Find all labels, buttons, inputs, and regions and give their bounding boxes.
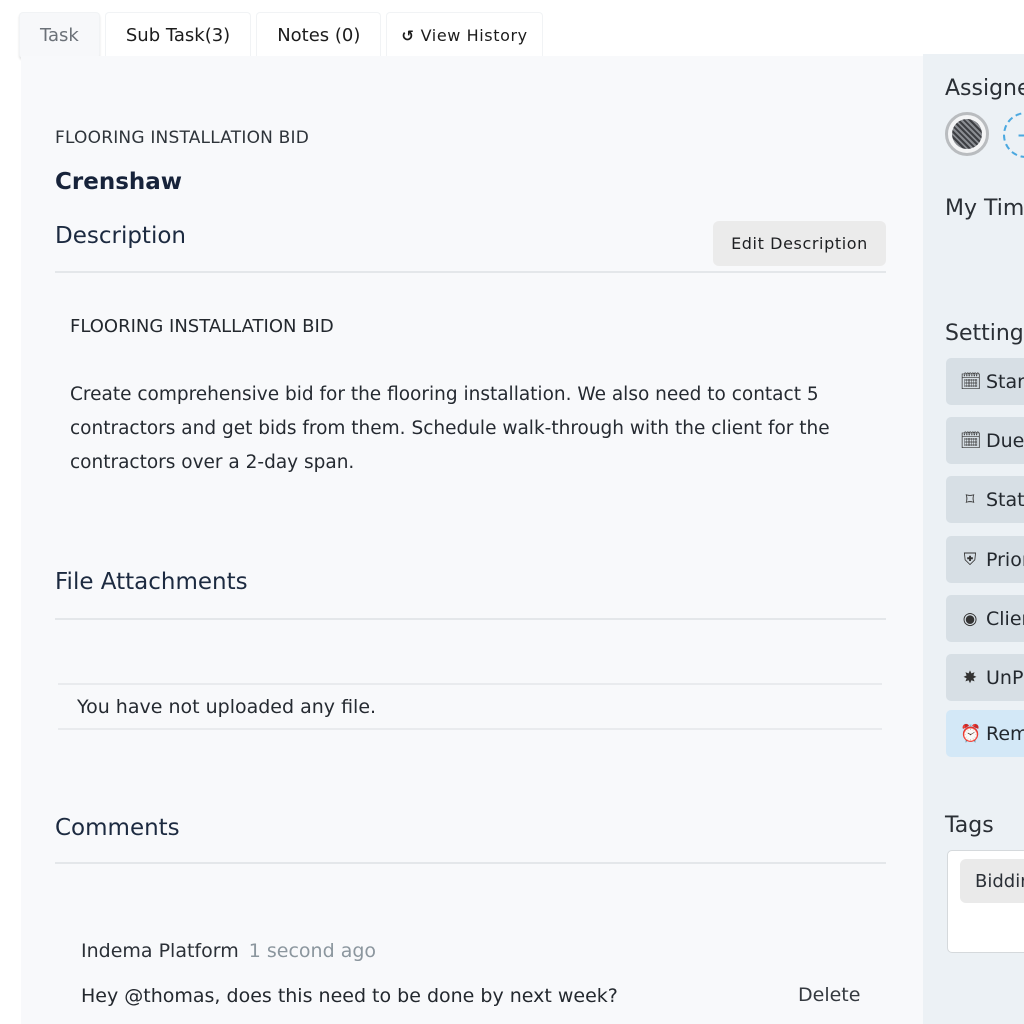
unpin-button[interactable]: ✸ UnPin bbox=[946, 654, 1024, 701]
comment-author: Indema Platform bbox=[81, 940, 239, 962]
status-button[interactable]: ⌑ Status bbox=[946, 476, 1024, 523]
add-assignee-button[interactable]: + bbox=[1003, 112, 1024, 158]
tag-chip[interactable]: Bidding bbox=[960, 859, 1024, 903]
client-label: Client bbox=[986, 607, 1024, 630]
task-title: Crenshaw bbox=[55, 169, 183, 195]
assignees-heading: Assignees bbox=[945, 76, 1024, 101]
no-files-message: You have not uploaded any file. bbox=[58, 683, 882, 730]
task-category: FLOORING INSTALLATION BID bbox=[55, 128, 310, 148]
comments-heading: Comments bbox=[55, 815, 180, 841]
settings-heading: Settings bbox=[945, 321, 1024, 346]
delete-comment-button[interactable]: Delete bbox=[798, 984, 860, 1006]
description-body-title: FLOORING INSTALLATION BID bbox=[70, 316, 334, 337]
history-icon: ↺ bbox=[401, 26, 415, 45]
assignee-avatar[interactable] bbox=[945, 112, 989, 156]
eye-icon: ◉ bbox=[962, 608, 978, 629]
tab-task[interactable]: Task bbox=[19, 12, 100, 58]
comment-meta: Indema Platform 1 second ago bbox=[81, 940, 376, 962]
calendar-icon: 🗓 bbox=[960, 430, 982, 451]
tab-task-label: Task bbox=[40, 25, 79, 46]
due-date-button[interactable]: 🗓 Due Date bbox=[946, 417, 1024, 464]
comment-text: Hey @thomas, does this need to be done b… bbox=[81, 985, 618, 1007]
comment-time: 1 second ago bbox=[248, 940, 377, 962]
tab-notes[interactable]: Notes (0) bbox=[256, 12, 382, 58]
flag-icon: ⌑ bbox=[965, 489, 975, 510]
description-divider bbox=[55, 271, 886, 273]
tab-subtasks-label: Sub Task(3) bbox=[125, 25, 231, 46]
reminder-label: Reminder bbox=[986, 722, 1024, 745]
plus-icon: + bbox=[1016, 121, 1024, 149]
tab-notes-label: Notes (0) bbox=[277, 25, 361, 46]
tab-bar: Task Sub Task(3) Notes (0) ↺ View Histor… bbox=[19, 12, 543, 58]
tags-input[interactable]: Bidding bbox=[947, 850, 1024, 953]
task-sidebar: Assignees + My Time Settings 🗓 Start Dat… bbox=[923, 54, 1024, 1024]
no-files-text: You have not uploaded any file. bbox=[77, 695, 377, 718]
tags-heading: Tags bbox=[945, 813, 994, 838]
status-label: Status bbox=[986, 488, 1024, 511]
attachments-divider bbox=[55, 618, 886, 620]
comments-divider bbox=[55, 862, 886, 864]
edit-description-button[interactable]: Edit Description bbox=[713, 221, 886, 266]
client-visibility-button[interactable]: ◉ Client bbox=[946, 595, 1024, 642]
tab-subtasks[interactable]: Sub Task(3) bbox=[104, 12, 252, 58]
calendar-icon: 🗓 bbox=[960, 371, 982, 392]
priority-label: Priority bbox=[986, 548, 1024, 571]
reminder-button[interactable]: ⏰ Reminder bbox=[946, 710, 1024, 757]
start-date-button[interactable]: 🗓 Start Date bbox=[946, 358, 1024, 405]
due-date-label: Due Date bbox=[986, 429, 1024, 452]
start-date-label: Start Date bbox=[986, 370, 1024, 393]
avatar-image bbox=[952, 119, 982, 149]
tab-view-history[interactable]: ↺ View History bbox=[386, 12, 543, 58]
my-time-heading: My Time bbox=[945, 196, 1024, 221]
task-main-panel: FLOORING INSTALLATION BID Crenshaw Descr… bbox=[21, 56, 923, 1024]
tab-view-history-label: View History bbox=[420, 26, 528, 45]
priority-button[interactable]: ⛨ Priority bbox=[946, 536, 1024, 583]
description-body-text: Create comprehensive bid for the floorin… bbox=[70, 384, 830, 473]
description-heading: Description bbox=[55, 223, 186, 249]
shield-icon: ⛨ bbox=[963, 549, 977, 570]
unpin-label: UnPin bbox=[986, 666, 1024, 689]
pin-icon: ✸ bbox=[962, 667, 978, 688]
tag-label: Bidding bbox=[975, 870, 1024, 892]
file-attachments-heading: File Attachments bbox=[55, 569, 248, 595]
alarm-clock-icon: ⏰ bbox=[960, 723, 982, 744]
